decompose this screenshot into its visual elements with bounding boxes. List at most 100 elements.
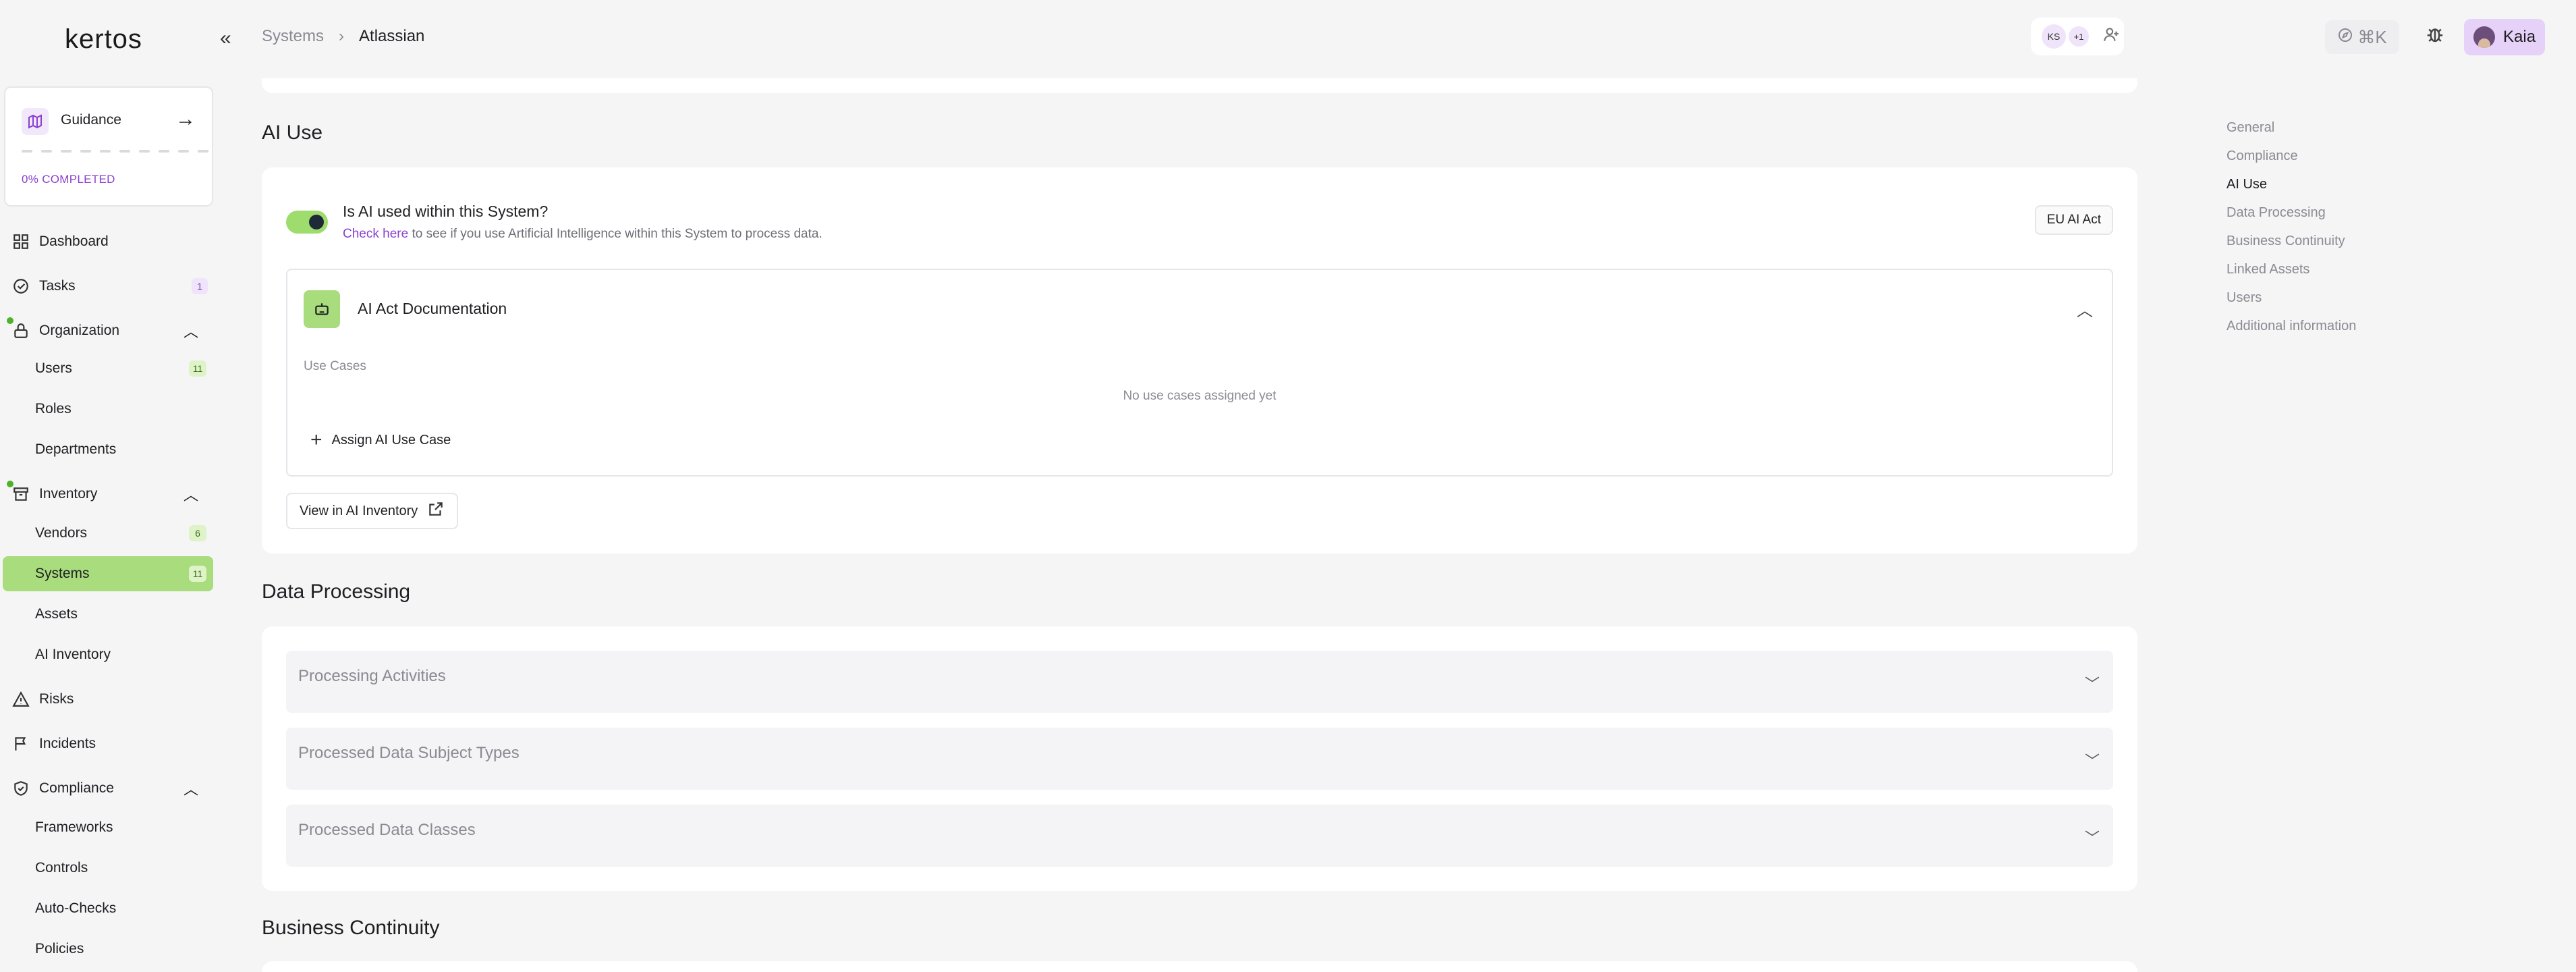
sidebar-item-label: AI Inventory	[35, 647, 111, 662]
sidebar-item-inventory[interactable]: Inventory ︿	[0, 477, 216, 512]
ai-used-question: Is AI used within this System?	[343, 202, 549, 220]
sidebar-item-label: Users	[35, 360, 72, 376]
sidebar-item-vendors[interactable]: Vendors 6	[3, 516, 213, 551]
plus-icon: +	[310, 429, 323, 451]
chevron-up-icon[interactable]: ︿	[184, 483, 198, 505]
sidebar-item-label: Dashboard	[39, 234, 109, 249]
breadcrumb-current: Atlassian	[359, 27, 425, 45]
collaborators[interactable]: KS +1	[2031, 18, 2124, 55]
sidebar-item-label: Auto-Checks	[35, 900, 117, 916]
lock-icon	[11, 321, 31, 341]
sidebar-item-incidents[interactable]: Incidents	[0, 726, 216, 761]
sidebar-item-policies[interactable]: Policies	[3, 932, 213, 967]
page-table-of-contents: General Compliance AI Use Data Processin…	[2227, 113, 2356, 340]
toc-item-ai-use[interactable]: AI Use	[2227, 170, 2356, 198]
chevron-down-icon: ﹀	[2084, 753, 2100, 770]
toc-item-data-processing[interactable]: Data Processing	[2227, 198, 2356, 227]
ai-act-documentation-panel: AI Act Documentation ︿ Use Cases No use …	[286, 269, 2113, 477]
archive-icon	[11, 484, 31, 504]
sidebar-item-departments[interactable]: Departments	[3, 432, 213, 467]
sidebar-item-label: Policies	[35, 941, 84, 956]
systems-count-badge: 11	[189, 566, 206, 582]
tasks-count-badge: 1	[192, 278, 208, 294]
sidebar-item-tasks[interactable]: Tasks 1	[0, 269, 216, 304]
breadcrumb-systems[interactable]: Systems	[262, 27, 324, 46]
section-title-data-processing: Data Processing	[262, 580, 411, 603]
accordion-title: Processed Data Subject Types	[298, 744, 520, 762]
guidance-label: Guidance	[61, 112, 121, 128]
sidebar-item-frameworks[interactable]: Frameworks	[3, 810, 213, 845]
compass-icon	[2337, 27, 2353, 48]
sidebar-item-roles[interactable]: Roles	[3, 392, 213, 427]
chevron-down-icon: ﹀	[2084, 676, 2100, 693]
chevron-right-icon: ›	[339, 27, 345, 45]
view-in-ai-inventory-button[interactable]: View in AI Inventory	[286, 493, 459, 529]
accordion-processed-data-classes[interactable]: Processed Data Classes ﹀	[286, 805, 2113, 867]
sidebar-item-label: Tasks	[39, 278, 76, 294]
check-here-link[interactable]: Check here	[343, 227, 408, 241]
sidebar-item-label: Risks	[39, 691, 74, 707]
flag-icon	[11, 734, 31, 754]
chevron-down-icon: ﹀	[2084, 830, 2100, 846]
chevron-up-icon[interactable]: ︿	[184, 778, 198, 799]
ai-used-toggle[interactable]	[286, 211, 328, 234]
robot-icon	[304, 290, 340, 328]
accordion-title: Processed Data Classes	[298, 821, 476, 839]
sidebar-item-label: Systems	[35, 566, 90, 581]
eu-ai-act-tag: EU AI Act	[2034, 205, 2113, 235]
ai-help-description: to see if you use Artificial Intelligenc…	[408, 227, 822, 241]
sidebar-item-auto-checks[interactable]: Auto-Checks	[3, 891, 213, 926]
toc-item-users[interactable]: Users	[2227, 284, 2356, 312]
assign-ai-use-case-button[interactable]: + Assign AI Use Case	[310, 427, 451, 454]
guidance-card[interactable]: Guidance → 0% COMPLETED	[4, 86, 213, 207]
guidance-progress-steps	[22, 150, 208, 153]
chevron-up-icon[interactable]: ︿	[184, 320, 198, 342]
toc-item-linked-assets[interactable]: Linked Assets	[2227, 255, 2356, 284]
add-user-icon[interactable]	[2102, 26, 2120, 48]
sidebar-item-organization[interactable]: Organization ︿	[0, 313, 216, 348]
arrow-right-icon[interactable]: →	[175, 108, 196, 131]
sidebar-item-dashboard[interactable]: Dashboard	[0, 224, 216, 259]
map-icon	[22, 108, 49, 135]
sidebar-item-label: Compliance	[39, 780, 114, 796]
sidebar-item-label: Assets	[35, 606, 78, 622]
sidebar-item-label: Incidents	[39, 736, 96, 751]
sidebar-item-label: Inventory	[39, 486, 98, 502]
sidebar-item-systems[interactable]: Systems 11	[3, 556, 213, 591]
sidebar-item-label: Controls	[35, 860, 88, 875]
toc-item-additional-information[interactable]: Additional information	[2227, 312, 2356, 340]
toc-item-business-continuity[interactable]: Business Continuity	[2227, 227, 2356, 255]
ai-act-documentation-title: AI Act Documentation	[358, 300, 507, 317]
accordion-processed-data-subject-types[interactable]: Processed Data Subject Types ﹀	[286, 728, 2113, 790]
sidebar-item-risks[interactable]: Risks	[0, 682, 216, 717]
kertos-logo[interactable]: kertos	[65, 24, 142, 55]
toc-item-general[interactable]: General	[2227, 113, 2356, 142]
grid-icon	[11, 232, 31, 252]
external-link-icon	[427, 500, 445, 522]
avatar: KS	[2042, 24, 2066, 49]
sidebar-item-assets[interactable]: Assets	[3, 597, 213, 632]
use-cases-label: Use Cases	[304, 359, 366, 373]
section-title-ai-use: AI Use	[262, 122, 323, 144]
sidebar-item-ai-inventory[interactable]: AI Inventory	[3, 637, 213, 672]
user-menu-button[interactable]: Kaia	[2464, 19, 2545, 55]
sidebar-item-compliance[interactable]: Compliance ︿	[0, 771, 216, 806]
data-processing-card: Processing Activities ﹀ Processed Data S…	[262, 626, 2137, 891]
toc-item-compliance[interactable]: Compliance	[2227, 142, 2356, 170]
chevron-up-icon[interactable]: ︿	[2077, 297, 2093, 321]
sidebar-item-label: Departments	[35, 441, 117, 457]
shortcut-label: ⌘K	[2357, 26, 2387, 47]
command-palette-button[interactable]: ⌘K	[2325, 20, 2399, 54]
ai-help-text: Check here to see if you use Artificial …	[343, 227, 822, 242]
accordion-processing-activities[interactable]: Processing Activities ﹀	[286, 651, 2113, 713]
avatar	[2473, 26, 2495, 48]
assign-label: Assign AI Use Case	[331, 432, 451, 448]
collapse-sidebar-icon[interactable]: «	[220, 27, 231, 50]
more-collaborators-badge: +1	[2069, 26, 2089, 47]
sidebar-item-label: Organization	[39, 323, 120, 338]
sidebar-item-controls[interactable]: Controls	[3, 850, 213, 886]
bug-icon[interactable]	[2425, 24, 2445, 50]
sidebar-item-users[interactable]: Users 11	[3, 351, 213, 386]
general-card-end	[262, 78, 2137, 93]
sidebar-item-label: Vendors	[35, 525, 88, 541]
